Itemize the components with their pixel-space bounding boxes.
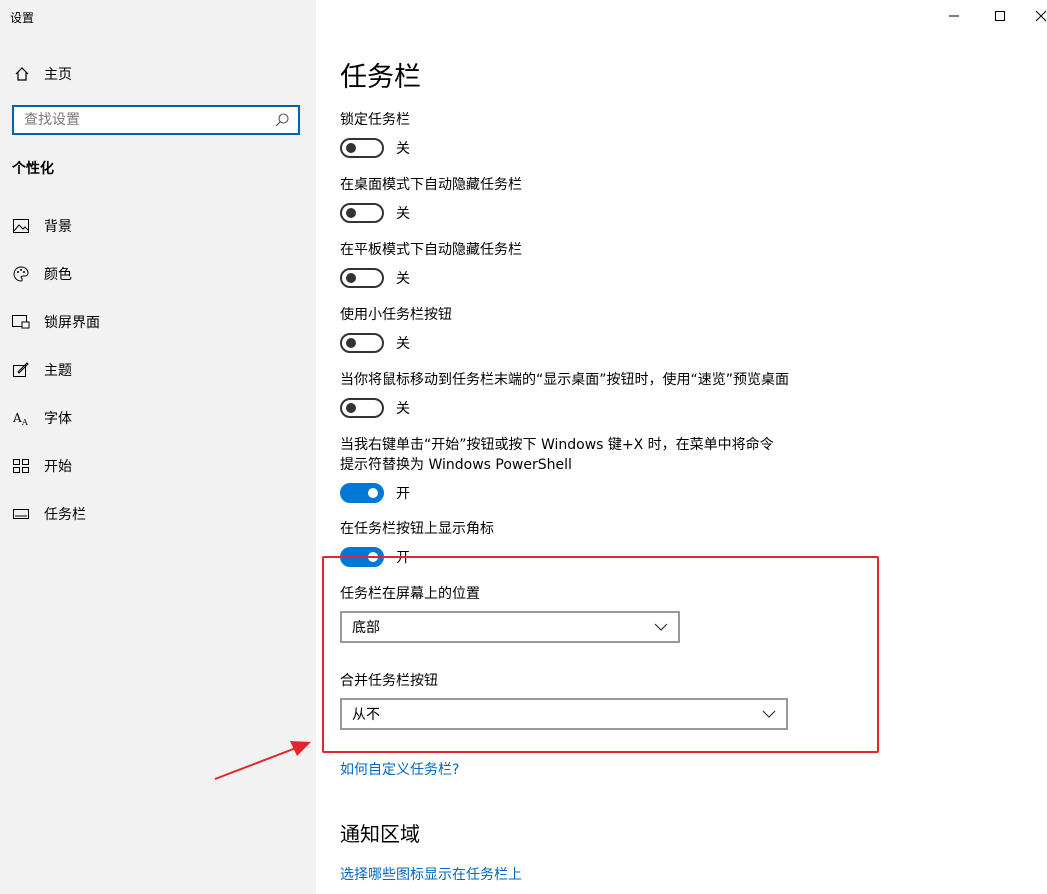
sidebar-item-label: 开始: [44, 459, 72, 475]
toggle-state: 开: [396, 486, 410, 502]
setting-small-buttons: 使用小任务栏按钮 关: [340, 305, 790, 353]
setting-peek: 当你将鼠标移动到任务栏末端的“显示桌面”按钮时，使用“速览”预览桌面 关: [340, 370, 790, 418]
setting-label: 当你将鼠标移动到任务栏末端的“显示桌面”按钮时，使用“速览”预览桌面: [340, 372, 790, 388]
svg-text:A: A: [13, 411, 22, 425]
start-icon: [12, 457, 30, 475]
sidebar-item-fonts[interactable]: AA 字体: [0, 394, 316, 442]
help-link[interactable]: 如何自定义任务栏?: [340, 759, 459, 779]
peek-toggle[interactable]: [340, 398, 384, 418]
chevron-down-icon: [654, 623, 668, 631]
toggle-state: 开: [396, 550, 410, 566]
autohide-desktop-toggle[interactable]: [340, 203, 384, 223]
palette-icon: [12, 265, 30, 283]
setting-lock-taskbar: 锁定任务栏 关: [340, 110, 790, 158]
autohide-tablet-toggle[interactable]: [340, 268, 384, 288]
sidebar-item-label: 主题: [44, 363, 72, 379]
toggle-state: 关: [396, 206, 410, 222]
setting-label: 使用小任务栏按钮: [340, 307, 452, 323]
setting-label: 合并任务栏按钮: [340, 673, 438, 689]
powershell-toggle[interactable]: [340, 483, 384, 503]
section-heading: 个性化: [12, 161, 54, 177]
toggle-state: 关: [396, 141, 410, 157]
sidebar-item-label: 任务栏: [44, 507, 86, 523]
notification-icons-link[interactable]: 选择哪些图标显示在任务栏上: [340, 864, 522, 884]
setting-label: 在桌面模式下自动隐藏任务栏: [340, 177, 522, 193]
close-button[interactable]: [1023, 0, 1047, 32]
search-box[interactable]: [12, 105, 300, 135]
sidebar: 设置 主页 个性化 背景 颜色 锁屏界面: [0, 0, 316, 894]
setting-combine: 合并任务栏按钮: [340, 671, 790, 691]
maximize-button[interactable]: [977, 0, 1023, 32]
toggle-state: 关: [396, 401, 410, 417]
setting-powershell: 当我右键单击“开始”按钮或按下 Windows 键+X 时，在菜单中将命令提示符…: [340, 435, 780, 503]
sidebar-item-start[interactable]: 开始: [0, 442, 316, 490]
home-label: 主页: [44, 67, 72, 83]
setting-autohide-tablet: 在平板模式下自动隐藏任务栏 关: [340, 240, 790, 288]
taskbar-icon: [12, 505, 30, 523]
home-icon: [12, 64, 32, 84]
badges-toggle[interactable]: [340, 547, 384, 567]
sidebar-item-lock-screen[interactable]: 锁屏界面: [0, 298, 316, 346]
sidebar-item-colors[interactable]: 颜色: [0, 250, 316, 298]
page-title: 任务栏: [340, 62, 421, 93]
picture-icon: [12, 217, 30, 235]
lock-screen-icon: [12, 313, 30, 331]
sidebar-item-label: 背景: [44, 219, 72, 235]
sidebar-item-label: 字体: [44, 411, 72, 427]
setting-label: 锁定任务栏: [340, 112, 410, 128]
minimize-button[interactable]: [931, 0, 977, 32]
sidebar-item-label: 颜色: [44, 267, 72, 283]
setting-label: 在任务栏按钮上显示角标: [340, 521, 494, 537]
dropdown-value: 从不: [352, 707, 380, 723]
window-controls: [931, 0, 1047, 32]
search-input[interactable]: [14, 107, 264, 133]
font-icon: AA: [12, 409, 30, 427]
svg-text:A: A: [21, 418, 28, 426]
setting-label: 当我右键单击“开始”按钮或按下 Windows 键+X 时，在菜单中将命令提示符…: [340, 437, 774, 473]
sidebar-item-background[interactable]: 背景: [0, 202, 316, 250]
sidebar-home[interactable]: 主页: [12, 64, 72, 84]
sidebar-item-taskbar[interactable]: 任务栏: [0, 490, 316, 538]
notification-area-title: 通知区域: [340, 822, 420, 846]
window-title: 设置: [10, 11, 35, 25]
setting-position: 任务栏在屏幕上的位置: [340, 584, 790, 604]
setting-label: 任务栏在屏幕上的位置: [340, 586, 480, 602]
toggle-state: 关: [396, 271, 410, 287]
position-dropdown[interactable]: 底部: [340, 611, 680, 643]
setting-autohide-desktop: 在桌面模式下自动隐藏任务栏 关: [340, 175, 790, 223]
combine-dropdown[interactable]: 从不: [340, 698, 788, 730]
small-buttons-toggle[interactable]: [340, 333, 384, 353]
search-icon[interactable]: [274, 112, 290, 128]
setting-badges: 在任务栏按钮上显示角标 开: [340, 519, 790, 567]
lock-taskbar-toggle[interactable]: [340, 138, 384, 158]
dropdown-value: 底部: [352, 620, 380, 636]
sidebar-nav: 背景 颜色 锁屏界面 主题 AA 字体 开始 任务栏: [0, 202, 316, 538]
chevron-down-icon: [762, 710, 776, 718]
theme-icon: [12, 361, 30, 379]
toggle-state: 关: [396, 336, 410, 352]
sidebar-item-label: 锁屏界面: [44, 315, 100, 331]
sidebar-item-themes[interactable]: 主题: [0, 346, 316, 394]
setting-label: 在平板模式下自动隐藏任务栏: [340, 242, 522, 258]
